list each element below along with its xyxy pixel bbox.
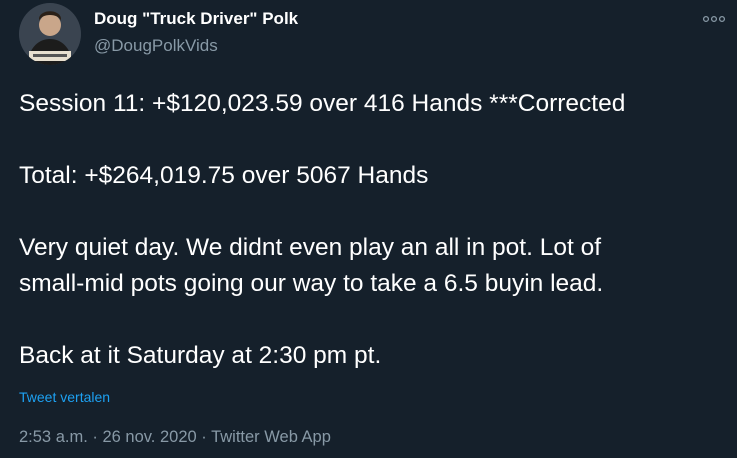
tweet-time[interactable]: 2:53 a.m. xyxy=(19,428,88,446)
author-handle[interactable]: @DougPolkVids xyxy=(94,36,218,56)
tweet-date[interactable]: 26 nov. 2020 xyxy=(102,428,196,446)
tweet-meta: 2:53 a.m. · 26 nov. 2020 · Twitter Web A… xyxy=(19,428,331,447)
tweet-source[interactable]: Twitter Web App xyxy=(211,428,331,446)
tweet-paragraph: Back at it Saturday at 2:30 pm pt. xyxy=(19,338,729,374)
tweet-paragraph: Very quiet day. We didnt even play an al… xyxy=(19,230,729,302)
more-icon[interactable] xyxy=(701,8,727,30)
meta-separator: · xyxy=(92,428,98,446)
translate-tweet-link[interactable]: Tweet vertalen xyxy=(19,389,110,405)
avatar-photo xyxy=(19,3,81,65)
author-name[interactable]: Doug "Truck Driver" Polk xyxy=(94,9,298,29)
meta-separator: · xyxy=(201,428,207,446)
tweet-line: Total: +$264,019.75 over 5067 Hands xyxy=(19,162,429,189)
tweet-line: Session 11: +$120,023.59 over 416 Hands … xyxy=(19,90,626,117)
tweet-line: Very quiet day. We didnt even play an al… xyxy=(19,234,602,261)
tweet-line: Back at it Saturday at 2:30 pm pt. xyxy=(19,342,382,369)
tweet-card: Doug "Truck Driver" Polk @DougPolkVids S… xyxy=(0,0,737,458)
tweet-paragraph: Total: +$264,019.75 over 5067 Hands xyxy=(19,158,729,194)
avatar[interactable] xyxy=(19,3,81,65)
tweet-line: small-mid pots going our way to take a 6… xyxy=(19,270,604,297)
tweet-paragraph: Session 11: +$120,023.59 over 416 Hands … xyxy=(19,86,729,122)
tweet-text: Session 11: +$120,023.59 over 416 Hands … xyxy=(19,86,729,374)
